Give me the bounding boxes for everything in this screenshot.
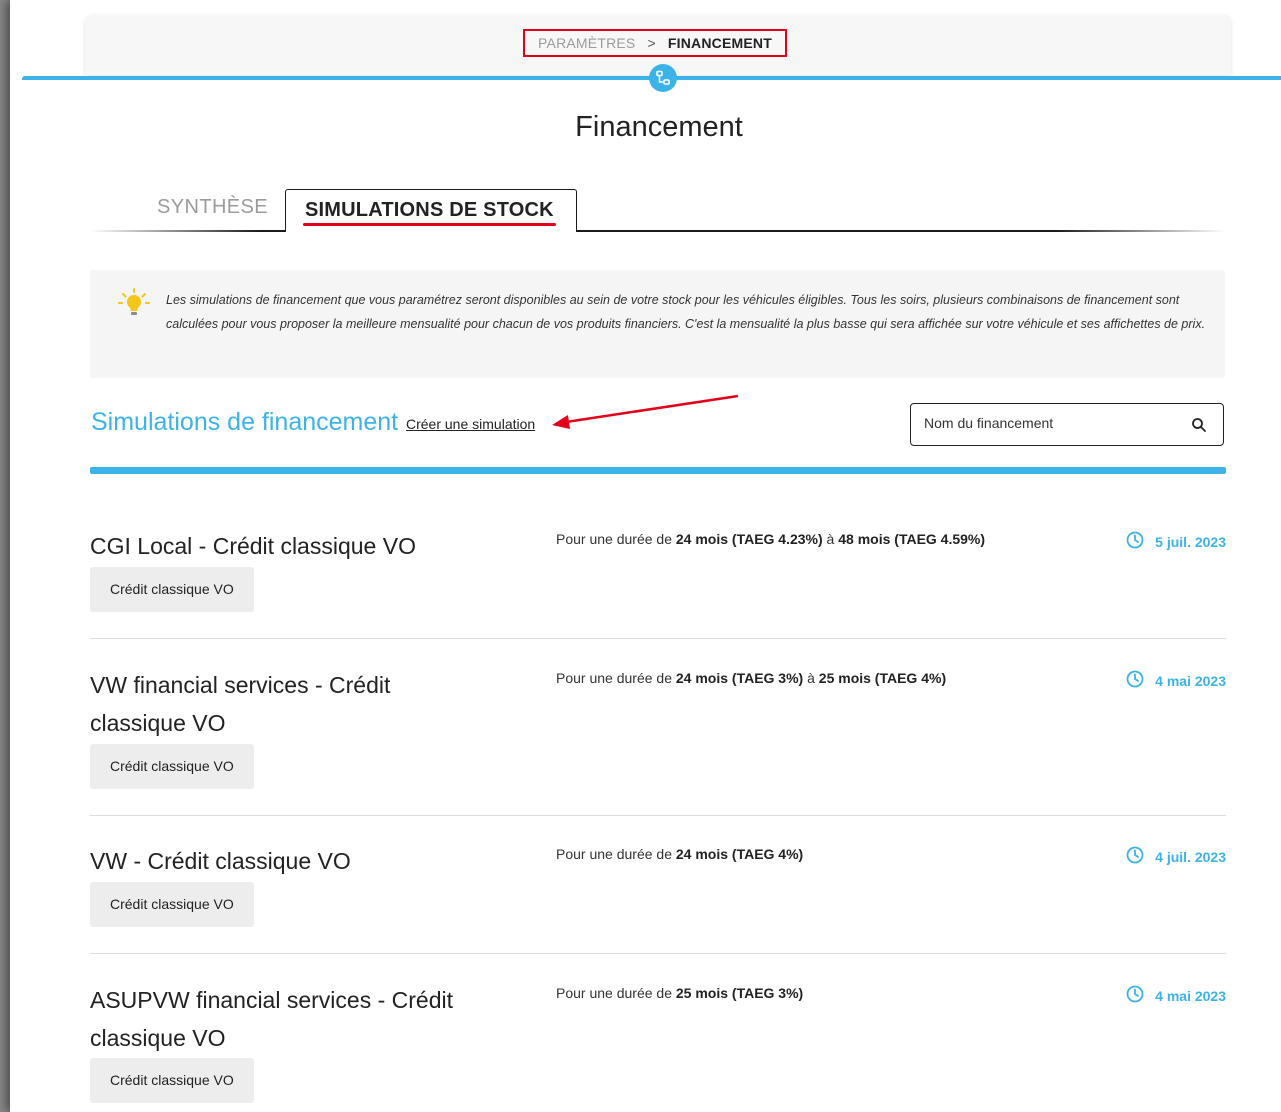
list-item[interactable]: VW - Crédit classique VO Crédit classiqu… — [90, 842, 1226, 932]
simulation-description: Pour une durée de 24 mois (TAEG 4.23%) à… — [556, 531, 986, 547]
tab-synthese[interactable]: SYNTHÈSE — [157, 196, 268, 219]
row-divider — [90, 638, 1226, 639]
row-divider — [90, 953, 1226, 954]
simulation-tag: Crédit classique VO — [90, 744, 254, 789]
page-title: Financement — [575, 111, 743, 143]
clock-icon — [1126, 531, 1144, 552]
row-divider — [90, 815, 1226, 816]
search-icon[interactable] — [1191, 417, 1207, 438]
breadcrumb-financement: FINANCEMENT — [667, 35, 772, 51]
breadcrumb-separator: > — [647, 35, 656, 51]
create-simulation-link[interactable]: Créer une simulation — [406, 416, 535, 432]
clock-icon — [1126, 985, 1144, 1006]
section-divider — [90, 467, 1226, 474]
breadcrumb: PARAMÈTRES > FINANCEMENT — [523, 29, 787, 57]
simulation-title: CGI Local - Crédit classique VO — [90, 533, 416, 559]
simulation-tag: Crédit classique VO — [90, 567, 254, 612]
simulation-date-text: 4 mai 2023 — [1155, 987, 1226, 1004]
annotation-arrow — [552, 394, 739, 429]
info-text: Les simulations de financement que vous … — [166, 293, 1206, 331]
simulation-title: VW - Crédit classique VO — [90, 848, 351, 874]
simulation-date-text: 4 juil. 2023 — [1155, 848, 1226, 865]
simulation-date: 4 mai 2023 — [1126, 985, 1226, 1006]
simulation-tag: Crédit classique VO — [90, 1058, 254, 1103]
tab-simulations-label: SIMULATIONS DE STOCK — [305, 199, 554, 221]
clock-icon — [1126, 846, 1144, 867]
list-item[interactable]: CGI Local - Crédit classique VO Crédit c… — [90, 527, 1226, 617]
list-item[interactable]: ASUPVW financial services - Crédit class… — [90, 981, 1226, 1106]
simulation-date: 4 mai 2023 — [1126, 670, 1226, 691]
simulation-description: Pour une durée de 24 mois (TAEG 3%) à 25… — [556, 670, 947, 686]
simulation-tag: Crédit classique VO — [90, 882, 254, 927]
simulation-date-text: 4 mai 2023 — [1155, 672, 1226, 689]
sitemap-icon[interactable] — [649, 64, 677, 92]
lightbulb-icon — [118, 288, 150, 323]
list-item[interactable]: VW financial services - Crédit classique… — [90, 666, 1226, 791]
section-title: Simulations de financement — [91, 408, 399, 436]
simulation-date: 5 juil. 2023 — [1126, 531, 1226, 552]
annotation-underline — [303, 223, 556, 226]
search-input[interactable] — [924, 415, 1174, 431]
simulation-title: VW financial services - Crédit classique… — [90, 672, 391, 736]
simulation-title: ASUPVW financial services - Crédit class… — [90, 987, 453, 1051]
tabs-baseline — [90, 230, 1225, 232]
simulation-description: Pour une durée de 24 mois (TAEG 4%) — [556, 846, 804, 862]
simulation-date-text: 5 juil. 2023 — [1155, 533, 1226, 550]
search-box[interactable] — [910, 403, 1224, 446]
breadcrumb-parametres[interactable]: PARAMÈTRES — [538, 35, 635, 51]
clock-icon — [1126, 670, 1144, 691]
simulation-description: Pour une durée de 25 mois (TAEG 3%) — [556, 985, 804, 1001]
simulation-date: 4 juil. 2023 — [1126, 846, 1226, 867]
